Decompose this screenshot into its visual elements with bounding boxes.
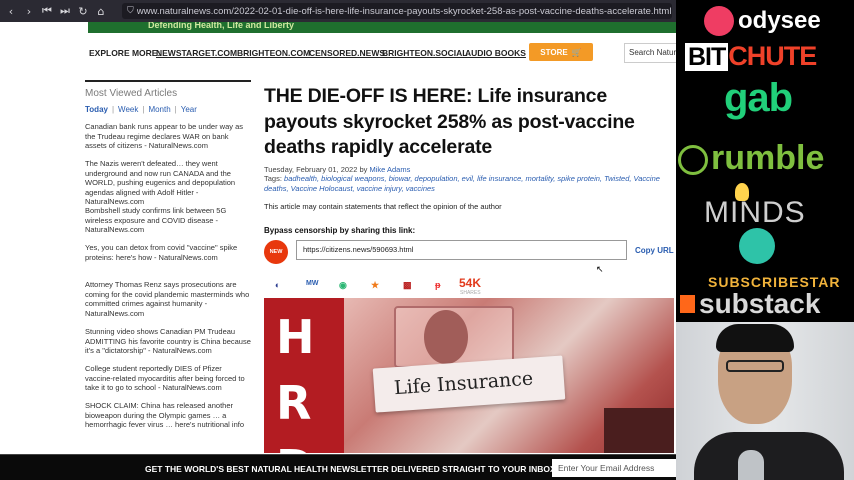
sidebar-heading: Most Viewed Articles [85,88,178,99]
minds-logo: MINDS [704,196,806,229]
newsletter-message: GET THE WORLD'S BEST NATURAL HEALTH NEWS… [145,464,559,474]
screen: ‹ › ⏮ ⏭ ↻ ⌂ ⛉ www.naturalnews.com/2022-0… [0,0,854,480]
store-label: STORE [540,47,568,57]
tags-list[interactable]: badhealth, biological weapons, biowar, d… [264,174,660,193]
substack-logo: substack [680,288,820,320]
webcam-overlay [676,322,854,480]
odysee-logo: odysee [704,6,821,36]
tab-separator: | [111,105,115,114]
explore-label: EXPLORE MORE: [89,48,161,58]
list-item[interactable]: Stunning video shows Canadian PM Trudeau… [85,327,251,364]
substack-icon [680,295,695,313]
hero-document-text: Life Insurance [393,367,534,400]
gab-logo: gab [724,76,793,120]
explore-link-brighteon-social[interactable]: BRIGHTEON.SOCIAL [382,48,467,58]
list-item[interactable]: The Nazis weren't defeated… they went un… [85,159,251,206]
hero-letter: R [276,376,312,430]
rumble-logo: rumble [678,139,824,178]
article-meta: Tuesday, February 01, 2022 by Mike Adams… [264,165,674,194]
copy-url-button[interactable]: Copy URL [635,246,674,255]
list-item[interactable]: Bombshell study confirms link between 5G… [85,206,251,243]
presenter-glasses [726,360,784,372]
share-count: 54K [459,275,482,290]
tab-week[interactable]: Week [118,105,138,114]
tab-month[interactable]: Month [148,105,170,114]
explore-link-audio-books[interactable]: AUDIO BOOKS [465,48,526,58]
microphone [738,450,764,480]
tags-label: Tags: [264,174,282,184]
banner-tagline: Defending Health, Life and Liberty [148,22,295,30]
article-date: Tuesday, February 01, 2022 by [264,164,368,174]
article-hero-image: H R D Life Insurance [264,298,674,453]
shield-icon: ⛉ [127,6,134,16]
home-icon[interactable]: ⌂ [92,5,110,18]
bypass-label: Bypass censorship by sharing this link: [264,225,416,235]
list-item[interactable]: Canadian bank runs appear to be under wa… [85,122,251,159]
browser-toolbar: ‹ › ⏮ ⏭ ↻ ⌂ ⛉ www.naturalnews.com/2022-0… [0,0,676,22]
article: THE DIE-OFF IS HERE: Life insurance payo… [264,84,674,298]
skip-forward-icon[interactable]: ⏭ [56,4,74,18]
odysee-wordmark: odysee [738,7,821,34]
share-url-field[interactable]: https://citizens.news/590693.html [296,239,627,260]
newsletter-bar: GET THE WORLD'S BEST NATURAL HEALTH NEWS… [0,454,676,480]
bitchute-bit: BIT [685,43,729,71]
disclaimer: This article may contain statements that… [264,201,502,211]
rumble-wordmark: rumble [711,139,825,177]
share-icon-mw[interactable]: MW [306,280,318,287]
explore-link-brighteon[interactable]: BRIGHTEON.COM [237,48,310,58]
list-item[interactable]: SHOCK CLAIM: China has released another … [85,401,251,438]
tab-year[interactable]: Year [181,105,197,114]
cart-icon: 🛒 [571,47,582,57]
forward-icon[interactable]: › [20,5,38,18]
presenter-hair [716,324,794,352]
substack-wordmark: substack [699,288,821,319]
list-item[interactable]: Yes, you can detox from covid "vaccine" … [85,243,251,280]
author-link[interactable]: Mike Adams [370,165,411,174]
skip-back-icon[interactable]: ⏮ [38,4,56,18]
mouse-cursor-icon: ↖ [596,265,604,275]
explore-link-newstarget[interactable]: NEWSTARGET.COM [156,48,237,58]
odysee-icon [704,6,734,36]
share-icon-flag[interactable]: ▩ [403,280,412,291]
share-buttons: ◐ MW ◉ ★ ▩ ᵽ 54K SHARES [264,276,674,298]
list-item[interactable]: Attorney Thomas Renz says prosecutions a… [85,280,251,327]
dlive-icon [739,228,775,264]
rumble-play-icon [678,145,708,176]
share-count-label: SHARES [460,289,481,296]
explore-bar: EXPLORE MORE: NEWSTARGET.COM BRIGHTEON.C… [88,40,676,66]
share-icon-gab[interactable]: ◉ [339,280,347,291]
reload-icon[interactable]: ↻ [74,5,92,18]
share-link-row: NEW https://citizens.news/590693.html Co… [264,239,674,264]
tab-separator: | [142,105,145,114]
hero-calculator [604,408,674,453]
search-input[interactable]: Search Natural [624,43,676,63]
hero-letter: D [276,440,314,453]
tab-today[interactable]: Today [85,105,108,114]
share-icon-parler[interactable]: ᵽ [435,280,441,290]
bitchute-logo: BIT CHUTE [685,41,817,72]
hero-banknote-portrait [424,310,468,364]
browser-window: ‹ › ⏮ ⏭ ↻ ⌂ ⛉ www.naturalnews.com/2022-0… [0,0,676,480]
store-button[interactable]: STORE 🛒 [529,43,593,61]
hero-left-panel: H R D [264,298,344,453]
url-text: www.naturalnews.com/2022-02-01-die-off-i… [136,5,672,17]
sidebar: Most Viewed Articles Today | Week | Mont… [85,88,253,438]
site-banner: Defending Health, Life and Liberty [88,22,676,33]
sidebar-divider [85,80,251,82]
sidebar-tabs: Today | Week | Month | Year [85,105,253,114]
presenter-body [694,432,844,480]
hero-letter: H [276,310,315,364]
address-bar[interactable]: ⛉ www.naturalnews.com/2022-02-01-die-off… [122,3,672,19]
list-item[interactable]: College student reportedly DIES of Pfize… [85,364,251,401]
back-icon[interactable]: ‹ [2,5,20,18]
share-icon-star[interactable]: ★ [371,280,379,291]
bitchute-chute: CHUTE [728,41,817,71]
email-field[interactable]: Enter Your Email Address [552,459,676,477]
new-badge: NEW [264,239,288,264]
tab-separator: | [174,105,177,114]
explore-link-censored[interactable]: CENSORED.NEWS [309,48,385,58]
share-icon-1[interactable]: ◐ [275,280,280,290]
article-title: THE DIE-OFF IS HERE: Life insurance payo… [264,85,635,159]
